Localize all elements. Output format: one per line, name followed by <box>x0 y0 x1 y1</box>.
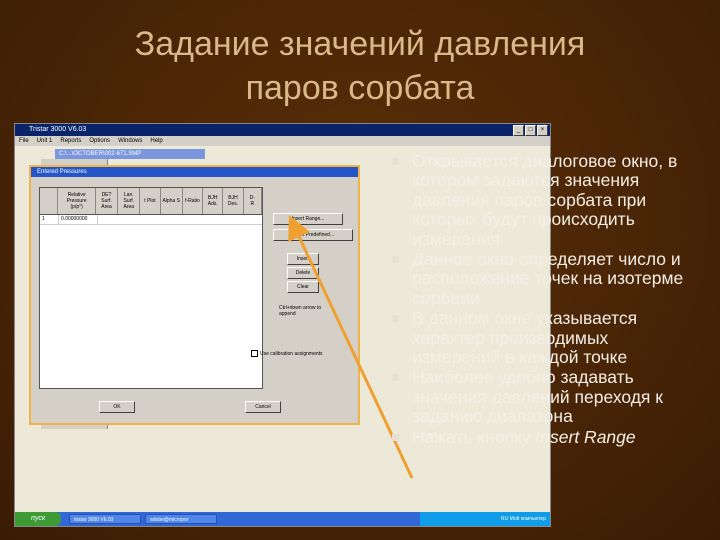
calibration-option[interactable]: Use calibration assignments <box>251 350 323 357</box>
menu-options[interactable]: Options <box>89 136 110 146</box>
dialog-title: Entered Pressures <box>31 167 358 177</box>
table-header-cell: BJH Ads. <box>203 188 224 214</box>
minimize-icon[interactable]: _ <box>513 125 524 136</box>
table-cell: 1 <box>40 215 59 224</box>
system-tray: RU Мой компьютер <box>420 512 550 526</box>
delete-button[interactable]: Delete <box>287 267 319 279</box>
close-icon[interactable]: × <box>537 125 548 136</box>
bullet-text: Открывается диалоговое окно, в котором з… <box>412 151 678 249</box>
menu-file[interactable]: File <box>19 136 29 146</box>
table-header-cell: Relative Pressure (p/p°) <box>58 188 96 214</box>
ok-button[interactable]: OK <box>99 401 135 413</box>
table-header-cell: D- R <box>244 188 262 214</box>
bullet-list: Открывается диалоговое окно, в котором з… <box>390 151 700 448</box>
slide-title: Задание значений давления паров сорбата <box>60 22 660 110</box>
table-cell[interactable]: 0.00000000 <box>59 215 98 224</box>
taskbar-item-adobe[interactable]: adobe@micropor <box>145 514 217 524</box>
menu-help[interactable]: Help <box>150 136 162 146</box>
bullet-text: Данное окно определяет число и расположе… <box>412 249 684 308</box>
menu-bar: File Unit 1 Reports Options Windows Help <box>15 136 550 146</box>
table-header-cell: t Plot <box>140 188 161 214</box>
square-bullet-icon <box>392 433 399 441</box>
bullet-item: В данном окне указывается характер произ… <box>390 309 700 367</box>
sample-window-title[interactable]: C:\...\OCTOBER\002-671.SMP <box>55 149 205 159</box>
insert-range-button[interactable]: Insert Range... <box>273 213 343 225</box>
app-title-bar: Tristar 3000 V6.03 _ □ × <box>15 124 550 136</box>
bullet-text: Нажать кнопку <box>412 426 536 447</box>
bullet-item: Наиболее удобно задавать значения давлен… <box>390 368 700 426</box>
square-bullet-icon <box>392 158 399 165</box>
menu-windows[interactable]: Windows <box>118 136 142 146</box>
bullet-item: Данное окно определяет число и расположе… <box>390 249 700 308</box>
menu-reports[interactable]: Reports <box>60 136 81 146</box>
table-header-cell: Alpha S <box>161 188 183 214</box>
table-header-index <box>40 188 59 214</box>
slide-title-line-2: паров сорбата <box>245 69 475 107</box>
taskbar: пуск tristar 3000 V6.03 adobe@micropor R… <box>15 512 550 526</box>
square-bullet-icon <box>392 374 399 382</box>
cancel-button[interactable]: Cancel <box>245 401 281 413</box>
table-row[interactable]: 1 0.00000000 <box>40 215 262 225</box>
insert-button[interactable]: Insert <box>287 253 319 265</box>
app-title: Tristar 3000 V6.03 <box>29 126 87 133</box>
table-header-cell: f-Ratio <box>183 188 204 214</box>
taskbar-item-tristar[interactable]: tristar 3000 V6.03 <box>69 514 141 524</box>
table-header: Relative Pressure (p/p°) DET Surf. Area … <box>40 188 262 215</box>
pressures-table: Relative Pressure (p/p°) DET Surf. Area … <box>39 187 263 389</box>
maximize-icon[interactable]: □ <box>525 125 536 136</box>
table-header-cell: DET Surf. Area <box>96 188 119 214</box>
square-bullet-icon <box>392 256 399 264</box>
clear-button[interactable]: Clear <box>287 281 319 293</box>
start-button[interactable]: пуск <box>15 512 61 526</box>
calibration-checkbox[interactable] <box>251 350 258 357</box>
table-header-cell: BJH Des. <box>223 188 244 214</box>
bullet-item: Нажать кнопку Insert Range <box>390 426 700 447</box>
insert-predefined-button[interactable]: Insert Predefined... <box>273 229 353 241</box>
bullet-text: В данном окне указывается характер произ… <box>412 308 638 368</box>
square-bullet-icon <box>392 315 399 323</box>
append-hint: Ctrl+down arrow to append <box>279 305 322 317</box>
bullet-emphasis: Insert Range <box>535 426 636 447</box>
calibration-label: Use calibration assignments <box>260 350 323 357</box>
menu-unit[interactable]: Unit 1 <box>37 136 53 146</box>
slide-title-line-1: Задание значений давления <box>134 25 586 63</box>
entered-pressures-dialog: Entered Pressures Relative Pressure (p/p… <box>29 165 360 425</box>
table-header-cell: Lan. Surf. Area <box>118 188 141 214</box>
bullet-text: Наиболее удобно задавать значения давлен… <box>412 367 663 427</box>
bullet-item: Открывается диалоговое окно, в котором з… <box>390 151 700 249</box>
